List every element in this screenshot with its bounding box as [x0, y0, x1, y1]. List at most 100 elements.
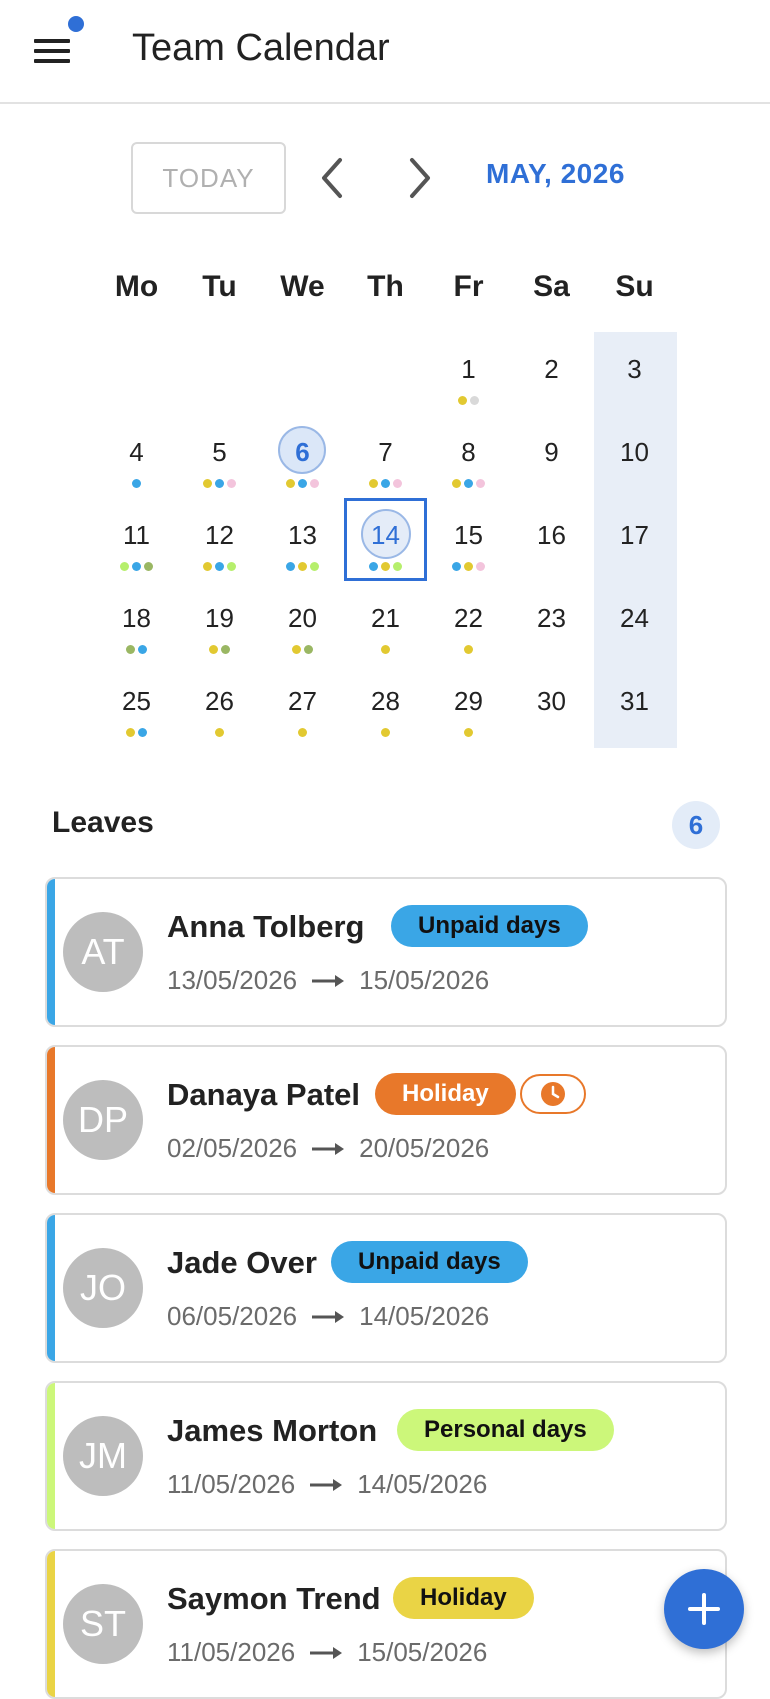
calendar-day[interactable]: 4: [95, 415, 178, 498]
leave-indicator-dots: [427, 728, 510, 737]
previous-month-button[interactable]: [306, 150, 366, 206]
calendar-day[interactable]: 9: [510, 415, 593, 498]
leave-card[interactable]: DP Danaya Patel Holiday 02/05/2026 20/05/202…: [45, 1045, 727, 1195]
day-number: 7: [378, 437, 393, 467]
calendar-day[interactable]: 6: [261, 415, 344, 498]
calendar-day[interactable]: 7: [344, 415, 427, 498]
leave-dot: [381, 645, 390, 654]
calendar-day[interactable]: 11: [95, 498, 178, 581]
leave-dot: [458, 396, 467, 405]
calendar-day[interactable]: 22: [427, 581, 510, 664]
calendar-day[interactable]: 15: [427, 498, 510, 581]
avatar: DP: [63, 1080, 143, 1160]
day-number: 29: [454, 686, 483, 716]
leave-end-date: 15/05/2026: [357, 1637, 488, 1667]
leave-start-date: 11/05/2026: [167, 1637, 296, 1667]
avatar: AT: [63, 912, 143, 992]
calendar-day[interactable]: 17: [593, 498, 676, 581]
weekday-label: Tu: [202, 270, 237, 303]
calendar-day[interactable]: 24: [593, 581, 676, 664]
calendar-day[interactable]: 12: [178, 498, 261, 581]
hamburger-icon-bar: [34, 59, 70, 63]
leave-dot: [215, 728, 224, 737]
avatar: ST: [63, 1584, 143, 1664]
leave-dot: [452, 479, 461, 488]
leaves-heading: Leaves: [52, 806, 154, 839]
weekday-label: Su: [615, 270, 654, 303]
calendar-day[interactable]: 21: [344, 581, 427, 664]
leave-dot: [464, 728, 473, 737]
calendar-day[interactable]: 30: [510, 664, 593, 747]
leave-dot: [120, 562, 129, 571]
clock-icon: [541, 1082, 565, 1106]
day-number: 21: [371, 603, 400, 633]
leave-date-range: 06/05/2026 14/05/2026: [167, 1301, 489, 1332]
calendar-day[interactable]: 29: [427, 664, 510, 747]
calendar-day[interactable]: 8: [427, 415, 510, 498]
leave-dot: [126, 645, 135, 654]
plus-icon: [688, 1593, 720, 1625]
leave-type-badge: Unpaid days: [331, 1241, 528, 1283]
calendar-day[interactable]: 26: [178, 664, 261, 747]
calendar-day[interactable]: 31: [593, 664, 676, 747]
employee-name: James Morton: [167, 1413, 378, 1448]
arrow-right-icon: [309, 1637, 343, 1668]
leave-type-accent: [47, 1047, 55, 1193]
leave-date-range: 13/05/2026 15/05/2026: [167, 965, 489, 996]
calendar-day[interactable]: 23: [510, 581, 593, 664]
calendar-day[interactable]: 14: [344, 498, 427, 581]
leave-dot: [393, 562, 402, 571]
day-number: 5: [212, 437, 227, 467]
day-number: 3: [627, 354, 642, 384]
calendar-day[interactable]: 10: [593, 415, 676, 498]
menu-button[interactable]: [30, 30, 74, 74]
leave-dot: [470, 396, 479, 405]
weekday-label: Mo: [114, 270, 159, 303]
add-leave-button[interactable]: [664, 1569, 744, 1649]
leave-type-accent: [47, 1551, 55, 1697]
calendar-day[interactable]: 18: [95, 581, 178, 664]
day-number: 24: [620, 603, 649, 633]
day-number: 14: [371, 520, 400, 550]
leave-dot: [464, 479, 473, 488]
leave-dot: [203, 479, 212, 488]
leave-card[interactable]: ST Saymon Trend Holiday 11/05/2026 15/05/202…: [45, 1549, 727, 1699]
leave-dot: [464, 562, 473, 571]
leave-date-range: 11/05/2026 15/05/2026: [167, 1637, 487, 1668]
calendar-day[interactable]: 19: [178, 581, 261, 664]
day-number: 30: [537, 686, 566, 716]
leave-dot: [221, 645, 230, 654]
calendar-day[interactable]: 3: [593, 332, 676, 415]
calendar-day[interactable]: 27: [261, 664, 344, 747]
today-button[interactable]: TODAY: [131, 142, 286, 214]
calendar-day[interactable]: 13: [261, 498, 344, 581]
leave-indicator-dots: [344, 645, 427, 654]
leave-indicator-dots: [178, 728, 261, 737]
leave-dot: [298, 728, 307, 737]
calendar-day[interactable]: 20: [261, 581, 344, 664]
pending-status-badge: [520, 1074, 586, 1114]
calendar-day[interactable]: 28: [344, 664, 427, 747]
day-number: 4: [129, 437, 144, 467]
leave-card[interactable]: JO Jade Over Unpaid days 06/05/2026 14/05/20…: [45, 1213, 727, 1363]
leave-card[interactable]: JM James Morton Personal days 11/05/2026 14/…: [45, 1381, 727, 1531]
avatar: JO: [63, 1248, 143, 1328]
arrow-right-icon: [311, 965, 345, 996]
employee-name: Danaya Patel: [167, 1077, 360, 1112]
leave-card[interactable]: AT Anna Tolberg Unpaid days 13/05/2026 15/05…: [45, 877, 727, 1027]
leave-dot: [292, 645, 301, 654]
calendar-day[interactable]: 25: [95, 664, 178, 747]
calendar-day[interactable]: 2: [510, 332, 593, 415]
leave-dot: [452, 562, 461, 571]
leave-indicator-dots: [95, 479, 178, 488]
calendar-day[interactable]: 1: [427, 332, 510, 415]
leave-dot: [215, 479, 224, 488]
calendar-day[interactable]: 5: [178, 415, 261, 498]
next-month-button[interactable]: [392, 150, 452, 206]
day-number: 17: [620, 520, 649, 550]
calendar-day[interactable]: 16: [510, 498, 593, 581]
day-number: 11: [123, 520, 150, 550]
month-label[interactable]: MAY, 2026: [486, 158, 625, 190]
day-number: 8: [461, 437, 476, 467]
leave-indicator-dots: [427, 645, 510, 654]
